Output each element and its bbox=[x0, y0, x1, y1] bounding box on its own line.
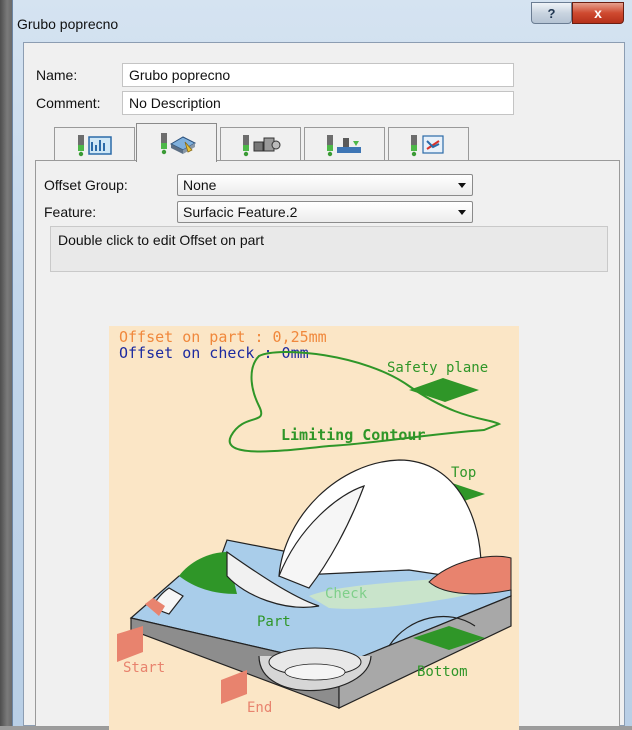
tab-feeds-speeds[interactable] bbox=[304, 127, 385, 161]
feature-select[interactable]: Surfacic Feature.2 bbox=[177, 201, 473, 223]
window-title: Grubo poprecno bbox=[17, 16, 119, 32]
comment-label: Comment: bbox=[36, 95, 101, 111]
name-label: Name: bbox=[36, 67, 78, 83]
dialog-window: Grubo poprecno ? x Name: Grubo poprecno … bbox=[12, 0, 632, 730]
offset-group-label: Offset Group: bbox=[44, 177, 128, 193]
macros-icon bbox=[410, 134, 444, 156]
offset-group-select[interactable]: None bbox=[177, 174, 473, 196]
geometry-panel: Offset Group: None Feature: Surfacic Fea… bbox=[35, 160, 620, 730]
chevron-down-icon bbox=[458, 183, 466, 188]
tab-tool[interactable] bbox=[54, 127, 135, 161]
tab-geometry[interactable] bbox=[136, 123, 217, 162]
tab-macros[interactable] bbox=[388, 127, 469, 161]
offset-group-value: None bbox=[183, 177, 217, 193]
bottom-label: Bottom bbox=[417, 664, 468, 680]
part-label: Part bbox=[257, 614, 291, 630]
tab-tool-assembly[interactable] bbox=[220, 127, 301, 161]
tool-geometry-icon bbox=[77, 134, 112, 156]
tool-assembly-icon bbox=[242, 134, 280, 156]
limiting-contour-label: Limiting Contour bbox=[281, 426, 426, 444]
instruction-message: Double click to edit Offset on part bbox=[50, 226, 608, 272]
name-field[interactable]: Grubo poprecno bbox=[122, 63, 514, 87]
chevron-down-icon bbox=[458, 210, 466, 215]
check-label: Check bbox=[325, 586, 368, 602]
desktop-background bbox=[0, 0, 12, 726]
feature-label: Feature: bbox=[44, 204, 97, 220]
start-label: Start bbox=[123, 660, 165, 676]
feature-value: Surfacic Feature.2 bbox=[183, 204, 298, 220]
safety-plane-label: Safety plane bbox=[387, 360, 488, 376]
comment-field[interactable]: No Description bbox=[122, 91, 514, 115]
tab-strip bbox=[39, 123, 619, 162]
feeds-speeds-icon bbox=[326, 134, 361, 156]
help-button[interactable]: ? bbox=[531, 2, 572, 24]
title-bar[interactable]: Grubo poprecno ? x bbox=[13, 0, 632, 42]
end-label: End bbox=[247, 700, 272, 716]
close-button[interactable]: x bbox=[572, 2, 624, 24]
part-geometry-icon bbox=[160, 133, 196, 155]
offset-diagram[interactable]: Offset on part : 0,25mm Offset on check … bbox=[109, 326, 519, 730]
dialog-client-area: Name: Grubo poprecno Comment: No Descrip… bbox=[23, 42, 625, 730]
top-label: Top bbox=[451, 465, 476, 481]
